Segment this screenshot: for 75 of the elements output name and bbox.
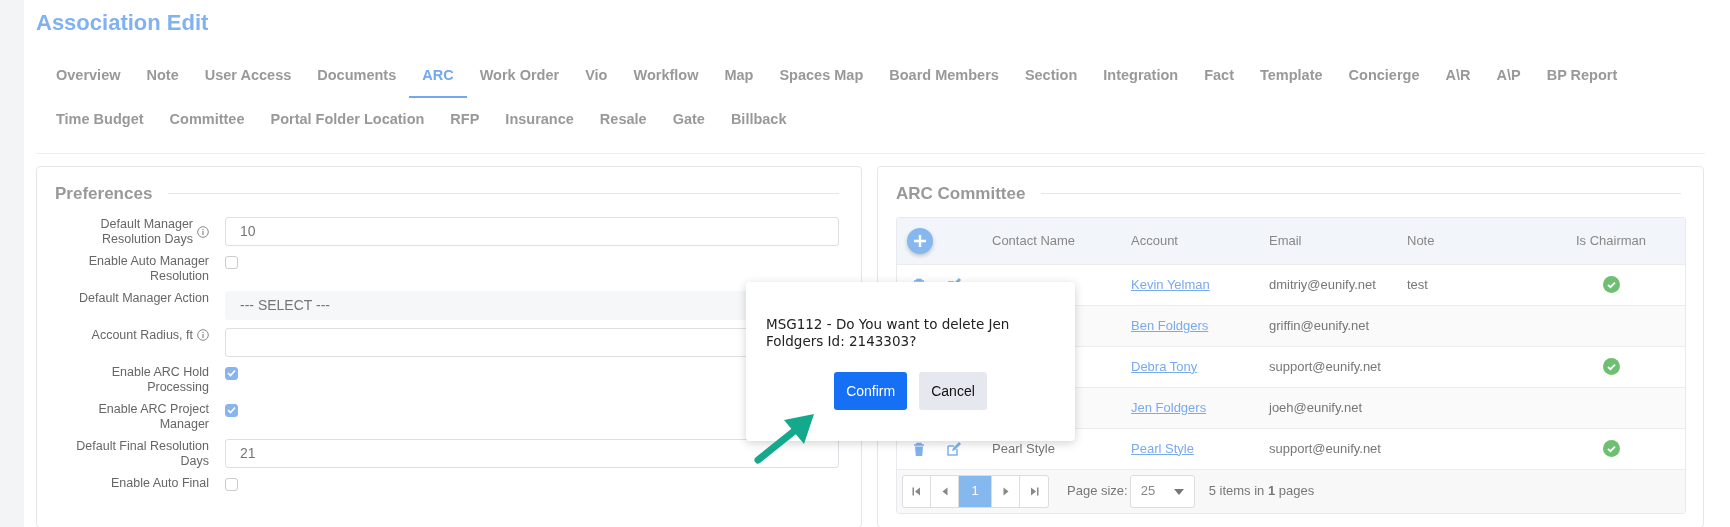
column-header: Email — [1269, 232, 1302, 248]
first-page-icon — [912, 486, 921, 496]
tab[interactable]: Work Order — [466, 54, 573, 98]
page-size-label: Page size: — [1067, 482, 1128, 501]
section-title: Preferences — [55, 181, 839, 207]
tab[interactable]: Portal Folder Location — [257, 98, 438, 142]
tab[interactable]: Overview — [43, 54, 134, 98]
tab[interactable]: ARC — [409, 54, 467, 98]
tab[interactable]: Documents — [304, 54, 410, 98]
caret-icon — [1173, 488, 1184, 495]
column-header: Contact Name — [992, 232, 1076, 248]
field-label: Enable Auto Manager Resolution — [87, 253, 209, 284]
checkbox[interactable] — [225, 366, 238, 380]
tab[interactable]: Template — [1247, 54, 1336, 98]
field-label: Enable Auto Final — [111, 475, 209, 491]
tab[interactable]: Resale — [586, 98, 660, 142]
page-size-select[interactable]: 25 — [1129, 474, 1195, 508]
field-label: Enable ARC Project Manager — [97, 401, 209, 432]
account-link[interactable]: Debra Tony — [1131, 358, 1198, 374]
tab[interactable]: Time Budget — [43, 98, 157, 142]
tab[interactable]: BP Report — [1533, 54, 1631, 98]
field-label: Default Manager Resolution Days — [99, 216, 193, 247]
tab[interactable]: Gate — [659, 98, 718, 142]
tab[interactable]: Committee — [156, 98, 258, 142]
tab[interactable]: Section — [1011, 54, 1091, 98]
tab[interactable]: A\R — [1432, 54, 1484, 98]
tab[interactable]: Concierge — [1335, 54, 1433, 98]
tab[interactable]: Spaces Map — [766, 54, 877, 98]
column-header: Is Chairman — [1575, 231, 1647, 250]
last-page-icon — [1029, 486, 1039, 496]
tab[interactable]: User Access — [191, 54, 305, 98]
edit-icon[interactable] — [945, 440, 962, 457]
email-text: joeh@eunify.net — [1269, 399, 1363, 415]
checkbox[interactable] — [225, 477, 238, 491]
checkbox[interactable] — [225, 403, 238, 417]
tab[interactable]: Insurance — [492, 98, 587, 142]
tab[interactable]: Note — [133, 54, 192, 98]
field-label: Enable ARC Hold Processing — [110, 364, 209, 395]
note-text: test — [1407, 276, 1428, 292]
tab[interactable]: Billback — [717, 98, 800, 142]
tab[interactable]: A\P — [1483, 54, 1534, 98]
page-button[interactable]: 1 — [959, 475, 992, 507]
email-text: griffin@eunify.net — [1269, 317, 1370, 333]
page-title: Association Edit — [36, 10, 210, 36]
field-label: Default Final Resolution Days — [75, 438, 209, 469]
section-title: ARC Committee — [896, 181, 1681, 207]
previous-icon — [941, 486, 948, 496]
tab[interactable]: Board Members — [876, 54, 1012, 98]
email-text: support@eunify.net — [1269, 358, 1381, 374]
field-label: Default Manager Action — [79, 290, 209, 306]
email-text: dmitriy@eunify.net — [1269, 276, 1376, 292]
tab[interactable]: Integration — [1090, 54, 1192, 98]
pager-summary: 5 items in 1 pages — [1208, 482, 1315, 501]
tab[interactable]: Fact — [1191, 54, 1247, 98]
column-header: Note — [1407, 232, 1435, 248]
tab[interactable]: Map — [711, 54, 767, 98]
tab[interactable]: RFP — [437, 98, 493, 142]
account-link[interactable]: Jen Foldgers — [1131, 399, 1207, 415]
account-link[interactable]: Ben Foldgers — [1131, 317, 1209, 333]
column-header: Account — [1131, 232, 1178, 248]
input-field[interactable]: 21 — [225, 438, 839, 468]
input-field[interactable]: 10 — [225, 216, 839, 246]
contact-name: Pearl Style — [992, 440, 1055, 456]
account-link[interactable]: Pearl Style — [1131, 440, 1194, 456]
field-label: Account Radius, ft — [91, 327, 193, 343]
cancel-button[interactable]: Cancel — [919, 372, 987, 410]
add-button[interactable] — [906, 227, 933, 254]
tab[interactable]: Workflow — [620, 54, 712, 98]
account-link[interactable]: Kevin Yelman — [1131, 276, 1210, 292]
trash-icon[interactable] — [911, 440, 927, 457]
checkbox[interactable] — [225, 255, 238, 269]
confirm-button[interactable]: Confirm — [834, 372, 908, 410]
next-icon — [1002, 486, 1009, 496]
tab[interactable]: Vio — [572, 54, 621, 98]
email-text: support@eunify.net — [1269, 440, 1381, 456]
